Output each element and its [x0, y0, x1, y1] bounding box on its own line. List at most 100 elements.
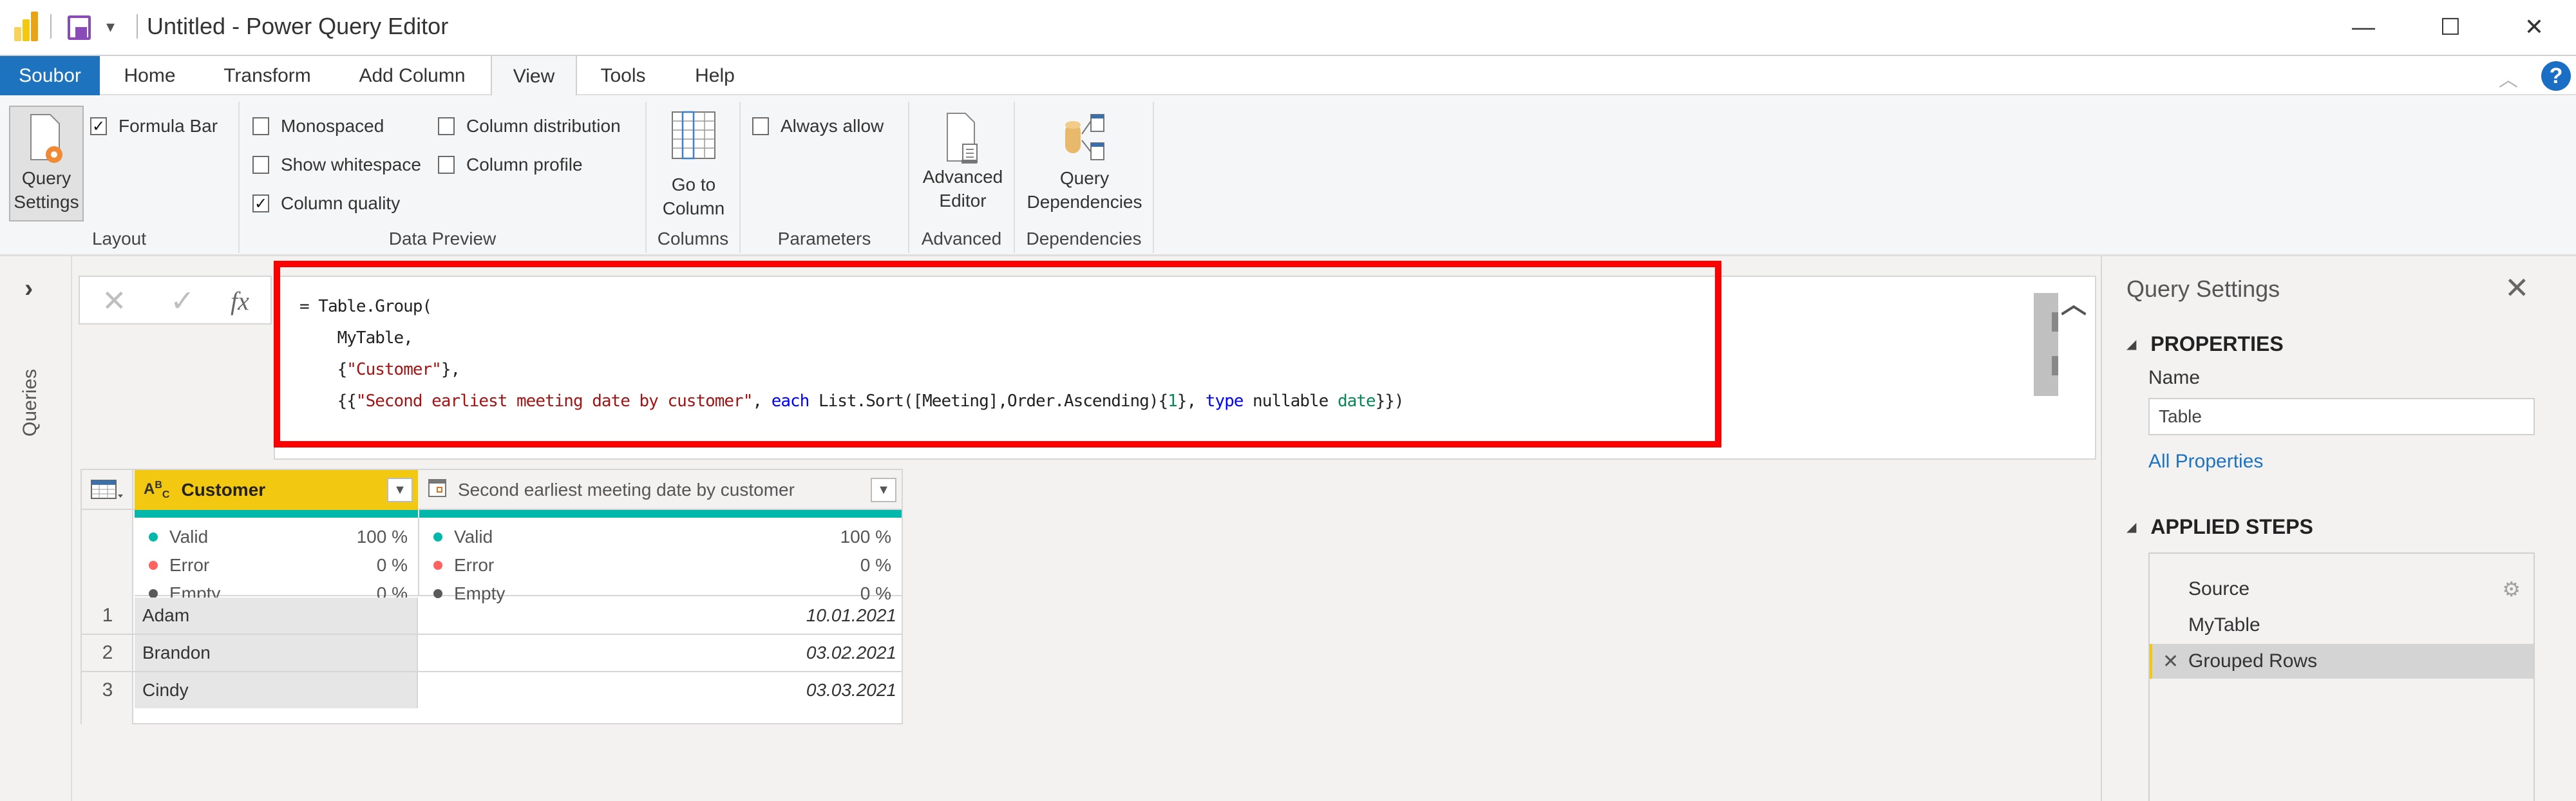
empty-dot-icon: [433, 589, 442, 598]
properties-section-header[interactable]: ◢ PROPERTIES: [2126, 332, 2284, 356]
go-to-column-icon: [672, 111, 715, 160]
formula-token: 1: [1168, 391, 1178, 411]
query-settings-button[interactable]: Query Settings: [9, 106, 84, 221]
quality-valid: Valid 100 %: [433, 524, 891, 550]
table-row[interactable]: 1 Adam 10.01.2021: [82, 598, 902, 635]
tab-add-column[interactable]: Add Column: [341, 56, 483, 95]
monospaced-label: Monospaced: [281, 116, 384, 136]
help-icon[interactable]: ?: [2541, 61, 2571, 91]
quick-access-dropdown-icon[interactable]: ▾: [106, 17, 115, 37]
cell-customer[interactable]: Cindy: [135, 672, 418, 708]
commit-formula-icon[interactable]: ✓: [170, 283, 195, 318]
query-dependencies-button[interactable]: Query Dependencies: [1019, 106, 1150, 221]
queries-pane-label[interactable]: Queries: [19, 359, 41, 437]
table-menu-button[interactable]: [82, 470, 133, 510]
formula-bar-input[interactable]: = Table.Group( MyTable, {"Customer"}, {{…: [274, 276, 2096, 460]
empty-dot-icon: [149, 589, 158, 598]
formula-bar-label: Formula Bar: [118, 116, 218, 136]
table-row[interactable]: 2 Brandon 03.02.2021: [82, 635, 902, 672]
applied-step-source[interactable]: Source ⚙: [2150, 572, 2533, 607]
all-properties-link[interactable]: All Properties: [2148, 451, 2263, 473]
go-to-column-button[interactable]: Go to Column: [652, 106, 735, 221]
formula-code[interactable]: = Table.Group( MyTable, {"Customer"}, {{…: [299, 291, 1405, 417]
quality-error: Error 0 %: [149, 552, 408, 578]
cell-date[interactable]: 03.02.2021: [419, 635, 902, 671]
cell-date[interactable]: 03.03.2021: [419, 672, 902, 708]
minimize-button[interactable]: —: [2334, 9, 2392, 45]
collapse-formula-bar-icon[interactable]: ︿: [2061, 283, 2087, 321]
window-title: Untitled - Power Query Editor: [147, 13, 449, 39]
column-filter-dropdown-icon[interactable]: ▼: [387, 478, 413, 502]
column-header-label: Customer: [181, 480, 266, 500]
formula-token: }}): [1375, 391, 1405, 411]
column-quality-checkbox[interactable]: ✓ Column quality: [252, 193, 400, 214]
quality-valid: Valid 100 %: [149, 524, 408, 550]
maximize-button[interactable]: ☐: [2421, 9, 2479, 45]
applied-step-mytable[interactable]: MyTable: [2150, 608, 2533, 643]
row-number: 3: [102, 679, 113, 701]
expand-queries-icon[interactable]: ›: [24, 274, 33, 303]
title-separator: [137, 14, 138, 39]
formula-token: },: [440, 360, 460, 379]
monospaced-checkbox[interactable]: Monospaced: [252, 116, 384, 137]
tab-home[interactable]: Home: [106, 56, 193, 95]
tab-file[interactable]: Soubor: [0, 56, 100, 95]
formula-line: {{"Second earliest meeting date by custo…: [299, 386, 1405, 417]
quality-value: 100 %: [840, 527, 891, 547]
tab-help[interactable]: Help: [676, 56, 753, 95]
formula-scrollbar[interactable]: [2034, 293, 2058, 396]
formula-token: type: [1205, 391, 1244, 411]
applied-step-grouped-rows[interactable]: ✕ Grouped Rows: [2150, 644, 2533, 679]
column-filter-dropdown-icon[interactable]: ▼: [871, 478, 896, 502]
query-settings-label: Query Settings: [14, 168, 79, 212]
error-dot-icon: [433, 561, 442, 570]
quality-label: Error: [169, 555, 210, 575]
column-quality-date: Valid 100 % Error 0 % Empty 0 %: [419, 518, 902, 603]
close-window-button[interactable]: ✕: [2505, 9, 2563, 45]
collapse-ribbon-icon[interactable]: ︿: [2499, 64, 2518, 92]
applied-steps-section-header[interactable]: ◢ APPLIED STEPS: [2126, 515, 2313, 539]
date-type-icon[interactable]: [428, 478, 446, 502]
gear-icon[interactable]: ⚙: [2502, 577, 2521, 601]
formula-token: {: [299, 360, 348, 379]
formula-bar-controls: ✕ ✓ fx: [79, 276, 272, 325]
column-header-second-earliest-date[interactable]: Second earliest meeting date by customer…: [419, 470, 902, 510]
query-dependencies-label: Query Dependencies: [1027, 168, 1142, 212]
text-type-icon[interactable]: ABC: [144, 480, 169, 501]
query-settings-pane: Query Settings ✕ ◢ PROPERTIES Name All P…: [2101, 256, 2576, 801]
table-header-row: ABC Customer ▼ Second earliest meeting d…: [82, 470, 902, 510]
checkbox-unchecked-icon: [438, 156, 455, 174]
show-whitespace-checkbox[interactable]: Show whitespace: [252, 155, 421, 175]
save-icon[interactable]: [68, 15, 91, 40]
query-name-input[interactable]: [2148, 398, 2535, 435]
cell-customer[interactable]: Brandon: [135, 635, 418, 671]
always-allow-label: Always allow: [781, 116, 884, 136]
valid-dot-icon: [433, 532, 442, 542]
column-header-customer[interactable]: ABC Customer ▼: [135, 470, 418, 510]
column-profile-checkbox[interactable]: Column profile: [438, 155, 583, 175]
formula-token: date: [1337, 391, 1376, 411]
cell-customer[interactable]: Adam: [135, 598, 418, 634]
formula-token: },: [1177, 391, 1206, 411]
fx-icon[interactable]: fx: [231, 286, 249, 316]
formula-bar-checkbox[interactable]: ✓ Formula Bar: [90, 116, 218, 137]
data-grid: ABC Customer ▼ Second earliest meeting d…: [80, 469, 903, 724]
always-allow-checkbox[interactable]: Always allow: [752, 116, 884, 137]
cancel-formula-icon[interactable]: ✕: [102, 283, 127, 318]
delete-step-icon[interactable]: ✕: [2163, 650, 2179, 673]
quality-label: Valid: [454, 527, 493, 547]
table-row[interactable]: 3 Cindy 03.03.2021: [82, 672, 902, 710]
tab-tools[interactable]: Tools: [586, 56, 660, 95]
row-number: 1: [102, 605, 113, 626]
column-distribution-checkbox[interactable]: Column distribution: [438, 116, 621, 137]
name-label: Name: [2148, 367, 2201, 388]
tab-transform[interactable]: Transform: [206, 56, 328, 95]
cell-date[interactable]: 10.01.2021: [419, 598, 902, 634]
column-distribution-label: Column distribution: [466, 116, 621, 136]
close-query-settings-icon[interactable]: ✕: [2505, 270, 2530, 305]
formula-line: MyTable,: [299, 323, 1404, 354]
checkbox-unchecked-icon: [252, 156, 269, 174]
checkbox-unchecked-icon: [752, 117, 769, 135]
advanced-editor-button[interactable]: Advanced Editor: [914, 106, 1011, 221]
tab-view[interactable]: View: [491, 56, 577, 97]
